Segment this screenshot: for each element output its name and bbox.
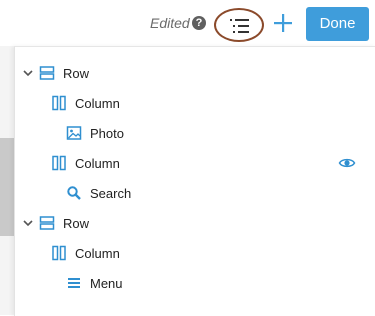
outline-item-column[interactable]: Column — [51, 91, 120, 115]
outline-item-label: Search — [90, 185, 132, 201]
column-icon — [52, 95, 66, 111]
page-backdrop — [0, 46, 14, 315]
row-icon — [39, 216, 55, 230]
outline-panel: Row Column Photo Column Search Row Colum… — [14, 46, 375, 316]
help-icon[interactable]: ? — [192, 16, 206, 30]
eye-icon[interactable] — [338, 154, 356, 172]
column-icon — [52, 245, 66, 261]
edited-status: Edited — [150, 15, 190, 31]
outline-item-label: Row — [63, 215, 90, 231]
column-icon — [52, 155, 66, 171]
outline-item-photo[interactable]: Photo — [66, 121, 124, 145]
menu-icon — [68, 278, 80, 288]
add-icon[interactable] — [271, 11, 295, 35]
top-toolbar: Edited ? Done — [0, 0, 375, 46]
outline-item-label: Row — [63, 65, 90, 81]
photo-icon — [66, 126, 82, 140]
outline-item-label: Photo — [90, 125, 124, 141]
outline-item-column[interactable]: Column — [51, 241, 120, 265]
backdrop-block — [0, 138, 14, 236]
outline-item-column[interactable]: Column — [51, 151, 120, 175]
outline-item-label: Column — [75, 95, 120, 111]
outline-item-row[interactable]: Row — [23, 61, 89, 85]
done-button[interactable]: Done — [306, 7, 369, 41]
outline-list-icon — [230, 19, 249, 33]
outline-item-label: Menu — [90, 275, 123, 291]
search-icon — [67, 186, 81, 200]
row-icon — [39, 66, 55, 80]
outline-toggle-button[interactable] — [214, 8, 264, 42]
outline-item-menu[interactable]: Menu — [66, 271, 123, 295]
outline-item-label: Column — [75, 155, 120, 171]
chevron-down-icon[interactable] — [23, 218, 33, 228]
outline-item-row[interactable]: Row — [23, 211, 89, 235]
outline-item-label: Column — [75, 245, 120, 261]
chevron-down-icon[interactable] — [23, 68, 33, 78]
outline-item-search[interactable]: Search — [66, 181, 131, 205]
